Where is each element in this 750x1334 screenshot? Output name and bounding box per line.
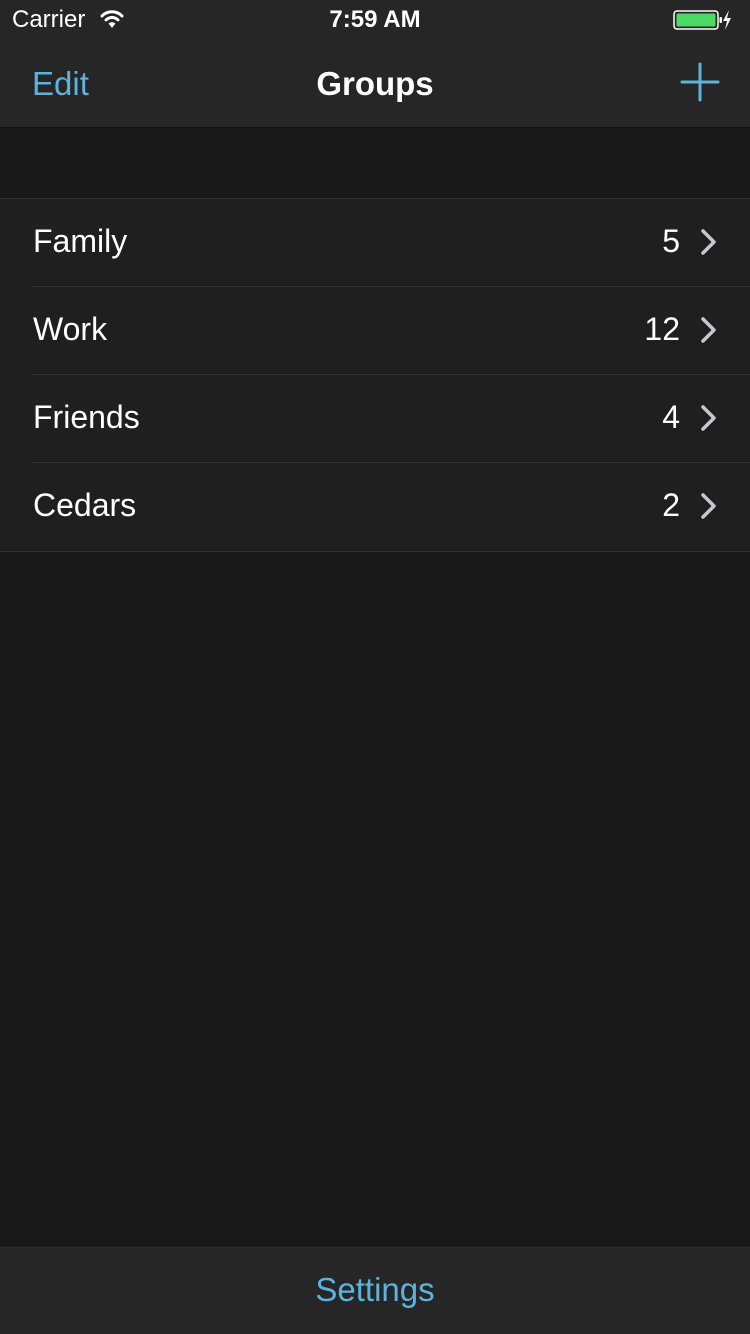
status-time: 7:59 AM (329, 6, 421, 33)
group-name: Friends (33, 399, 140, 435)
bottom-toolbar: Settings (0, 1245, 750, 1334)
group-row[interactable]: Family 5 (0, 199, 750, 287)
group-row[interactable]: Work 12 (0, 286, 750, 375)
group-name: Work (33, 311, 108, 347)
groups-table: Family 5 Work 12 Friends 4 Cedars 2 (0, 198, 750, 552)
chevron-right-icon (701, 317, 716, 343)
page-title: Groups (316, 65, 434, 102)
settings-button[interactable]: Settings (0, 1270, 750, 1310)
group-count: 2 (662, 487, 680, 523)
group-count: 5 (662, 223, 680, 259)
status-bar: Carrier 7:59 AM (0, 0, 750, 40)
group-count: 12 (644, 311, 680, 347)
chevron-right-icon (701, 405, 716, 431)
group-count: 4 (662, 399, 680, 435)
group-row[interactable]: Cedars 2 (0, 462, 750, 551)
chevron-right-icon (701, 493, 716, 519)
chevron-right-icon (701, 229, 716, 255)
group-name: Family (33, 223, 128, 259)
groups-screen: Carrier 7:59 AM Edit Groups Family 5 Wor… (0, 0, 750, 1334)
plus-icon[interactable] (680, 62, 720, 102)
group-name: Cedars (33, 487, 137, 523)
navigation-bar: Edit Groups (0, 40, 750, 128)
battery-charging-icon (673, 10, 731, 30)
group-row[interactable]: Friends 4 (0, 374, 750, 463)
